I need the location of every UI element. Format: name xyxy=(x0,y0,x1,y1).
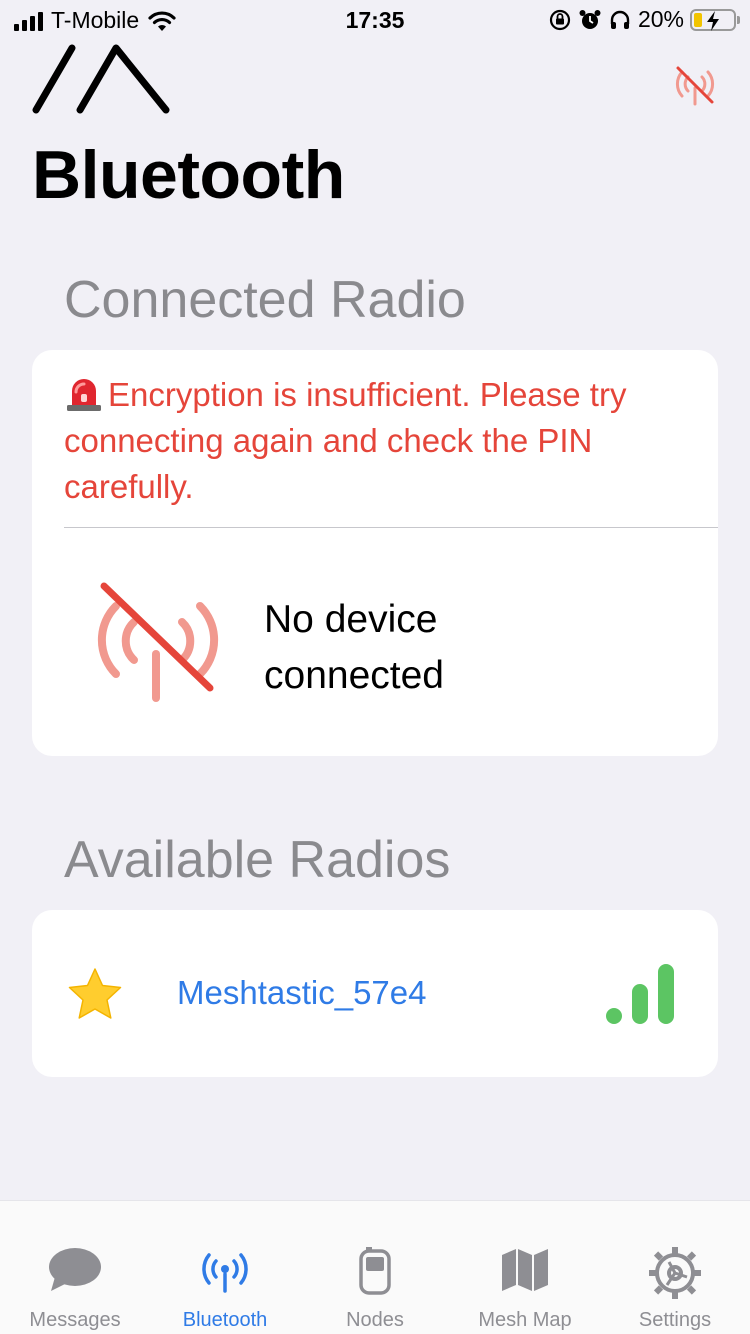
tab-bar: Messages Bluetooth Nodes Mesh Map Settin… xyxy=(0,1200,750,1334)
rotation-lock-icon xyxy=(549,9,571,30)
page-title: Bluetooth xyxy=(32,137,345,213)
favorite-star-icon[interactable] xyxy=(66,966,124,1022)
charging-bolt-icon xyxy=(707,10,719,31)
tab-label: Bluetooth xyxy=(182,1309,268,1331)
signal-strength-icon xyxy=(606,962,674,1024)
battery-icon xyxy=(690,8,740,31)
tab-nodes[interactable]: Nodes xyxy=(300,1201,450,1334)
connected-radio-card: Encryption is insufficient. Please try c… xyxy=(32,350,718,756)
tab-label: Messages xyxy=(29,1309,121,1331)
status-bar: T-Mobile 17:35 20% xyxy=(0,0,750,40)
alert-text: Encryption is insufficient. Please try c… xyxy=(64,376,627,505)
handheld-device-icon xyxy=(359,1247,391,1295)
antenna-icon xyxy=(202,1253,248,1293)
connected-radio-section-title: Connected Radio xyxy=(64,271,466,329)
tab-label: Settings xyxy=(638,1309,712,1331)
meshtastic-logo-icon xyxy=(32,44,170,114)
no-device-label: No device connected xyxy=(264,598,444,697)
encryption-alert: Encryption is insufficient. Please try c… xyxy=(64,372,694,510)
tab-messages[interactable]: Messages xyxy=(0,1201,150,1334)
tab-label: Nodes xyxy=(346,1309,404,1331)
tab-mesh-map[interactable]: Mesh Map xyxy=(450,1201,600,1334)
disconnected-antenna-icon[interactable] xyxy=(672,64,718,106)
tab-settings[interactable]: Settings xyxy=(600,1201,750,1334)
alarm-icon xyxy=(579,9,601,29)
gear-icon xyxy=(649,1247,701,1299)
tab-bluetooth[interactable]: Bluetooth xyxy=(150,1201,300,1334)
battery-percent: 20% xyxy=(637,6,684,32)
headphones-icon xyxy=(610,10,630,29)
available-radios-section-title: Available Radios xyxy=(64,831,451,889)
tab-label: Mesh Map xyxy=(478,1309,572,1331)
status-right: 20% xyxy=(548,6,740,33)
divider xyxy=(64,527,718,528)
rotating-light-icon xyxy=(67,379,101,411)
map-icon xyxy=(502,1249,548,1291)
chat-bubble-icon xyxy=(49,1248,101,1291)
radio-list-item[interactable]: Meshtastic_57e4 xyxy=(32,910,718,1077)
radio-name[interactable]: Meshtastic_57e4 xyxy=(177,974,426,1012)
no-device-antenna-icon xyxy=(97,582,219,702)
